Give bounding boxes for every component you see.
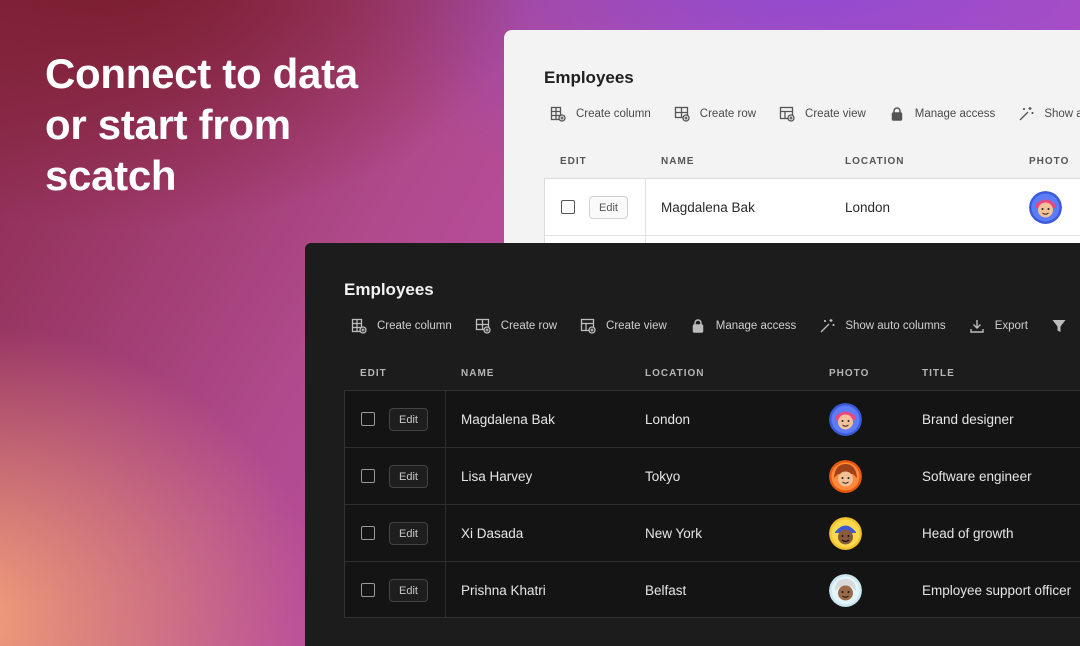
column-header-location: LOCATION	[645, 368, 705, 379]
filter-button[interactable]	[1051, 318, 1077, 334]
manage-access-label: Manage access	[715, 320, 797, 332]
column-header-edit: EDIT	[560, 156, 587, 167]
export-label: Export	[994, 320, 1028, 332]
magic-wand-icon	[1019, 107, 1034, 121]
title-cell: Head of growth	[922, 525, 1014, 541]
show-auto-columns-label: Show auto columns	[845, 320, 946, 332]
column-header-name: NAME	[661, 156, 695, 167]
create-view-button[interactable]: Create view	[580, 318, 667, 334]
create-column-label: Create column	[576, 108, 651, 120]
table-row[interactable]: Edit Magdalena Bak London Brand designer	[345, 391, 1080, 448]
avatar	[1029, 191, 1062, 224]
title-cell: Software engineer	[922, 468, 1032, 484]
show-auto-columns-button[interactable]: Show auto columns	[819, 318, 946, 334]
edit-button[interactable]: Edit	[589, 196, 628, 219]
show-auto-columns-label: Show a	[1044, 108, 1080, 120]
name-cell: Magdalena Bak	[661, 199, 755, 215]
export-button[interactable]: Export	[969, 318, 1028, 334]
show-auto-columns-button[interactable]: Show a	[1018, 106, 1080, 122]
location-cell: Tokyo	[645, 468, 681, 484]
toolbar: Create column Create row Create view Man…	[550, 106, 1080, 122]
create-view-button[interactable]: Create view	[779, 106, 866, 122]
create-row-button[interactable]: Create row	[475, 318, 557, 334]
page-title: Employees	[544, 68, 634, 87]
toolbar: Create column Create row Create view Man…	[351, 318, 1080, 334]
location-cell: New York	[645, 525, 703, 541]
location-cell: London	[845, 199, 891, 215]
location-cell: London	[645, 411, 691, 427]
create-view-icon	[779, 106, 795, 122]
create-row-label: Create row	[699, 108, 757, 120]
create-view-icon	[580, 318, 596, 334]
edit-button[interactable]: Edit	[389, 579, 428, 602]
create-column-icon	[351, 318, 367, 334]
create-view-label: Create view	[805, 108, 866, 120]
create-view-label: Create view	[606, 320, 667, 332]
name-cell: Xi Dasada	[461, 525, 524, 541]
table-body: Edit Magdalena Bak London Brand designer…	[344, 390, 1080, 618]
table-row[interactable]: Edit Magdalena Bak London	[545, 179, 1080, 236]
avatar	[829, 517, 862, 550]
create-row-icon	[674, 106, 690, 122]
avatar	[829, 460, 862, 493]
edit-button[interactable]: Edit	[389, 408, 428, 431]
create-column-icon	[550, 106, 566, 122]
table-row[interactable]: Edit Lisa Harvey Tokyo Software engineer	[345, 448, 1080, 505]
create-column-button[interactable]: Create column	[550, 106, 651, 122]
column-header-edit: EDIT	[360, 368, 387, 379]
edit-button[interactable]: Edit	[389, 465, 428, 488]
column-header-photo: PHOTO	[829, 368, 870, 379]
create-column-button[interactable]: Create column	[351, 318, 452, 334]
name-cell: Magdalena Bak	[461, 411, 555, 427]
page-title: Employees	[344, 280, 434, 299]
table-row[interactable]: Edit Prishna Khatri Belfast Employee sup…	[345, 562, 1080, 619]
table-row[interactable]: Edit Xi Dasada New York Head of growth	[345, 505, 1080, 562]
title-cell: Brand designer	[922, 411, 1014, 427]
row-checkbox[interactable]	[361, 526, 375, 540]
create-row-label: Create row	[500, 320, 558, 332]
avatar	[829, 574, 862, 607]
row-checkbox[interactable]	[561, 200, 575, 214]
manage-access-button[interactable]: Manage access	[889, 106, 996, 122]
row-checkbox[interactable]	[361, 583, 375, 597]
row-checkbox[interactable]	[361, 412, 375, 426]
edit-button[interactable]: Edit	[389, 522, 428, 545]
name-cell: Lisa Harvey	[461, 468, 533, 484]
filter-icon	[1052, 320, 1066, 332]
title-cell: Employee support officer	[922, 582, 1072, 598]
download-icon	[969, 320, 984, 333]
magic-wand-icon	[820, 319, 835, 333]
column-header-location: LOCATION	[845, 156, 905, 167]
column-header-photo: PHOTO	[1029, 156, 1070, 167]
row-checkbox[interactable]	[361, 469, 375, 483]
create-row-icon	[475, 318, 491, 334]
headline: Connect to data or start from scatch	[45, 50, 358, 199]
create-column-label: Create column	[377, 320, 452, 332]
manage-access-label: Manage access	[914, 108, 996, 120]
lock-icon	[692, 319, 704, 333]
manage-access-button[interactable]: Manage access	[690, 318, 797, 334]
avatar	[829, 403, 862, 436]
column-header-title: TITLE	[922, 368, 955, 379]
create-row-button[interactable]: Create row	[674, 106, 756, 122]
lock-icon	[891, 107, 903, 121]
location-cell: Belfast	[645, 582, 687, 598]
employees-table-dark: Employees Create column Create row Creat…	[305, 243, 1080, 646]
column-header-name: NAME	[461, 368, 495, 379]
name-cell: Prishna Khatri	[461, 582, 546, 598]
